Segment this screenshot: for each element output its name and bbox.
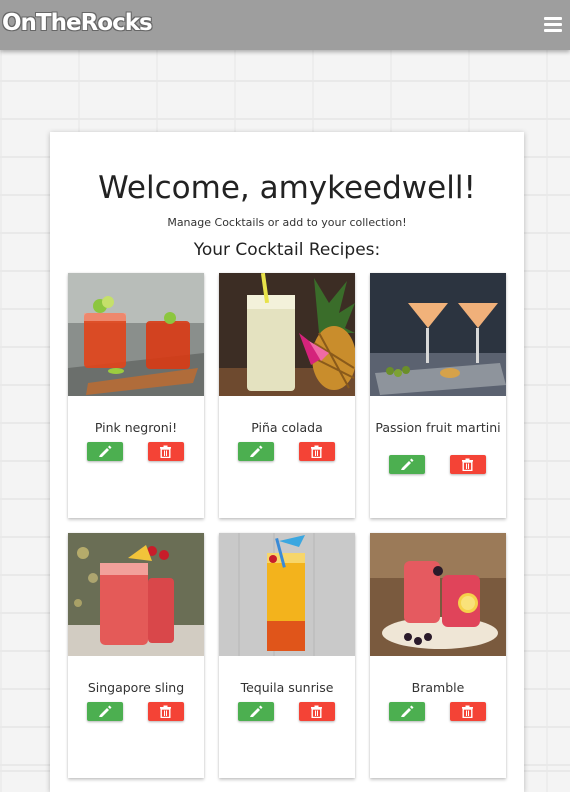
trash-icon [462, 705, 473, 718]
pencil-icon [401, 705, 414, 717]
trash-icon [462, 458, 473, 471]
delete-button[interactable] [450, 455, 486, 474]
cocktail-card: Singapore sling [68, 533, 204, 778]
trash-icon [311, 705, 322, 718]
cocktail-name: Piña colada [251, 420, 323, 435]
trash-icon [311, 445, 322, 458]
page-title: Welcome, amykeedwell! [98, 170, 476, 206]
cocktail-image [219, 273, 355, 396]
cocktail-image [370, 273, 506, 396]
cocktail-name: Pink negroni! [94, 420, 178, 435]
cocktail-name: Passion fruit martini [375, 420, 501, 435]
trash-icon [160, 445, 171, 458]
edit-button[interactable] [389, 455, 425, 474]
main-panel: Welcome, amykeedwell! Manage Cocktails o… [50, 132, 524, 792]
edit-button[interactable] [389, 702, 425, 721]
edit-button[interactable] [238, 702, 274, 721]
pencil-icon [401, 458, 414, 470]
cocktail-image [370, 533, 506, 656]
delete-button[interactable] [450, 702, 486, 721]
trash-icon [160, 705, 171, 718]
edit-button[interactable] [87, 442, 123, 461]
cocktail-card: Passion fruit martini [370, 273, 506, 518]
delete-button[interactable] [299, 442, 335, 461]
cocktail-image [68, 533, 204, 656]
delete-button[interactable] [148, 702, 184, 721]
cocktail-card: Bramble [370, 533, 506, 778]
navbar: OnTheRocks [0, 0, 570, 50]
cocktail-name: Bramble [411, 680, 465, 695]
delete-button[interactable] [148, 442, 184, 461]
cocktail-image [219, 533, 355, 656]
cocktail-image [68, 273, 204, 396]
section-title: Your Cocktail Recipes: [193, 240, 381, 260]
pencil-icon [250, 445, 263, 457]
pencil-icon [99, 445, 112, 457]
brand-logo[interactable]: OnTheRocks [2, 10, 153, 36]
delete-button[interactable] [299, 702, 335, 721]
edit-button[interactable] [87, 702, 123, 721]
pencil-icon [99, 705, 112, 717]
cocktail-card: Piña colada [219, 273, 355, 518]
cocktail-name: Tequila sunrise [240, 680, 334, 695]
cocktail-card: Tequila sunrise [219, 533, 355, 778]
page-subtitle: Manage Cocktails or add to your collecti… [167, 216, 407, 229]
menu-icon[interactable] [544, 17, 562, 32]
cocktail-name: Singapore sling [87, 680, 185, 695]
pencil-icon [250, 705, 263, 717]
cocktail-card: Pink negroni! [68, 273, 204, 518]
edit-button[interactable] [238, 442, 274, 461]
